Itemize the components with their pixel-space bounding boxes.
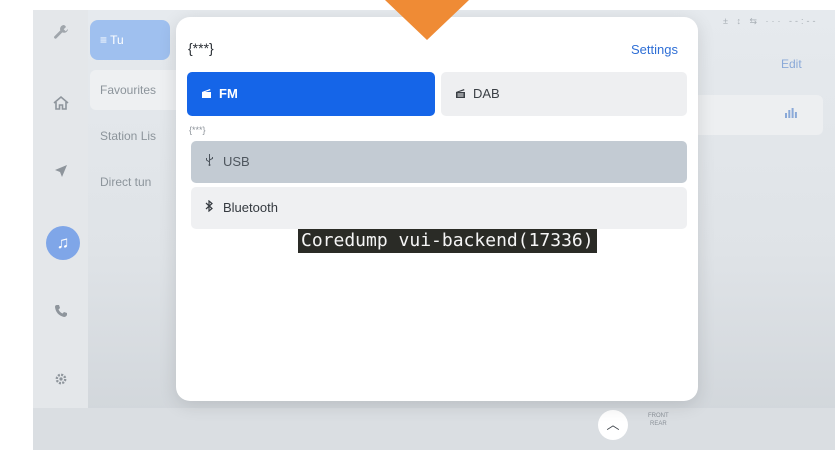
source-select-dialog: {***} Settings FM DAB {***} USB Bluetoot… xyxy=(176,17,698,401)
bottom-bar xyxy=(33,408,835,450)
radio-icon xyxy=(201,73,219,117)
source-dab-button[interactable]: DAB xyxy=(441,72,687,116)
source-dab-label: DAB xyxy=(473,86,500,101)
source-bluetooth-label: Bluetooth xyxy=(223,200,278,215)
source-fm-label: FM xyxy=(219,86,238,101)
pointer-arrow-icon xyxy=(385,0,469,40)
music-icon[interactable]: ♫ xyxy=(46,226,80,260)
coredump-error-overlay: Coredump vui-backend(17336) xyxy=(298,229,597,253)
home-icon[interactable] xyxy=(33,94,88,117)
left-bezel xyxy=(0,0,33,450)
navigation-icon[interactable] xyxy=(33,163,88,184)
status-bar: ± ↕ ⇆ ··· --:-- xyxy=(723,16,819,26)
phone-icon[interactable] xyxy=(33,302,88,323)
radio-icon xyxy=(455,73,473,117)
equalizer-icon xyxy=(785,107,797,121)
bluetooth-icon xyxy=(205,188,223,230)
front-label: FRONT xyxy=(648,413,669,419)
sidebar: ♫ xyxy=(33,10,88,408)
gear-icon[interactable] xyxy=(33,370,88,391)
source-usb-button[interactable]: USB xyxy=(191,141,687,183)
chevron-up-icon[interactable]: ︿ xyxy=(598,410,628,440)
wrench-icon[interactable] xyxy=(33,23,88,46)
background-tab-button: ≡ Tu xyxy=(90,20,170,60)
front-rear-toggle[interactable]: FRONT REAR xyxy=(648,412,669,428)
rear-label: REAR xyxy=(650,421,667,427)
edit-link: Edit xyxy=(781,57,802,71)
source-fm-button[interactable]: FM xyxy=(187,72,435,116)
settings-link[interactable]: Settings xyxy=(631,42,678,57)
usb-icon xyxy=(205,142,223,184)
source-bluetooth-button[interactable]: Bluetooth xyxy=(191,187,687,229)
dialog-title: {***} xyxy=(188,40,214,56)
infotainment-screen: ♫ ≡ Tu Favourites Station Lis Direct tun… xyxy=(33,10,835,450)
background-station-panel xyxy=(693,95,823,135)
source-usb-label: USB xyxy=(223,154,250,169)
dialog-subtitle: {***} xyxy=(189,125,206,135)
